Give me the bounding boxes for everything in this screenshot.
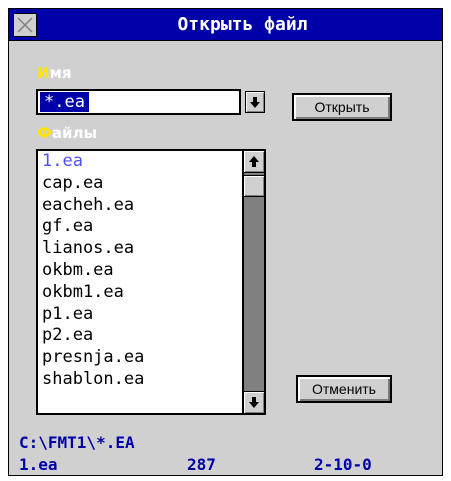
title-bar[interactable]: Открыть файл	[9, 9, 442, 41]
open-button-label: Открыть	[314, 99, 370, 115]
file-list-item[interactable]: p1.ea	[38, 304, 264, 326]
files-label: Файлы	[37, 124, 97, 142]
files-label-hotkey: Ф	[37, 124, 52, 142]
file-list-item[interactable]: gf.ea	[38, 216, 264, 238]
arrow-down-icon	[250, 97, 260, 108]
close-icon	[17, 17, 33, 33]
file-list-item[interactable]: okbm1.ea	[38, 282, 264, 304]
file-name-input[interactable]: *.ea	[36, 89, 241, 115]
window-title: Открыть файл	[177, 14, 308, 35]
name-label-text: мя	[49, 64, 72, 82]
cancel-button[interactable]: Отменить	[296, 375, 392, 403]
name-label: Имя	[37, 64, 71, 82]
file-list-item[interactable]: okbm.ea	[38, 260, 264, 282]
file-list-item[interactable]: presnja.ea	[38, 347, 264, 369]
status-path: C:\FMT1\*.EA	[19, 433, 135, 452]
status-file-name: 1.ea	[19, 455, 58, 474]
file-list-item[interactable]: lianos.ea	[38, 238, 264, 260]
file-list[interactable]: 1.ea cap.ea eacheh.ea gf.ea lianos.ea okbm.ea…	[36, 149, 266, 415]
scroll-down-button[interactable]	[244, 391, 264, 413]
close-button[interactable]	[13, 13, 37, 37]
cancel-button-label: Отменить	[312, 381, 376, 397]
file-list-item[interactable]: cap.ea	[38, 173, 264, 195]
status-file-date: 2-10-0	[314, 455, 372, 474]
file-list-item[interactable]: shablon.ea	[38, 369, 264, 391]
scroll-up-button[interactable]	[244, 151, 264, 173]
name-label-hotkey: И	[37, 64, 50, 82]
arrow-down-icon	[249, 397, 259, 408]
file-list-item[interactable]: p2.ea	[38, 325, 264, 347]
open-file-dialog: Открыть файл Имя *.ea Открыть Файлы 1.ea…	[8, 8, 443, 476]
arrow-up-icon	[249, 156, 259, 167]
status-file-size: 287	[187, 455, 216, 474]
scroll-thumb[interactable]	[244, 175, 264, 197]
open-button[interactable]: Открыть	[292, 93, 392, 121]
file-list-item[interactable]: 1.ea	[38, 151, 264, 173]
file-name-input-value: *.ea	[40, 92, 89, 112]
file-list-scrollbar[interactable]	[242, 151, 264, 413]
file-list-items: 1.ea cap.ea eacheh.ea gf.ea lianos.ea okbm.ea…	[38, 151, 264, 391]
files-label-text: айлы	[51, 124, 98, 142]
file-list-item[interactable]: eacheh.ea	[38, 195, 264, 217]
file-name-dropdown-button[interactable]	[245, 91, 265, 113]
